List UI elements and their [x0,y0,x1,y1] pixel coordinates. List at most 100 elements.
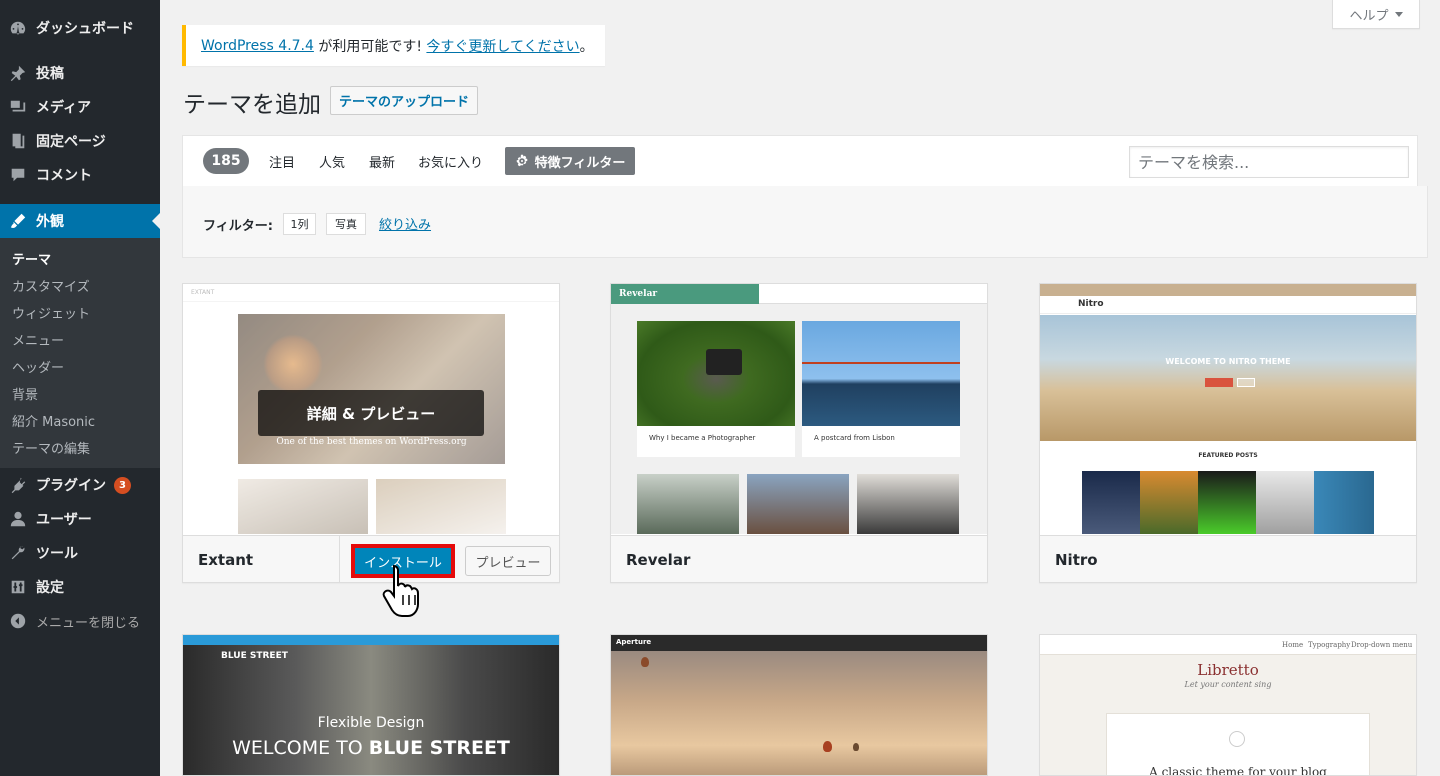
brush-icon [0,212,36,230]
theme-filter-bar: 185 注目 人気 最新 お気に入り 特徴フィルター [182,135,1418,187]
featured-posts-heading: FEATURED POSTS [1198,452,1258,459]
menu-users[interactable]: ユーザー [0,502,160,536]
apply-filters-link[interactable]: 絞り込み [379,214,431,233]
post-title-2: A postcard from Lisbon [814,434,895,442]
filter-favorites-link[interactable]: お気に入り [418,152,483,171]
shot-brand: Libretto [1197,661,1259,679]
menu-media[interactable]: メディア [0,90,160,124]
theme-name: Nitro [1055,551,1098,569]
theme-card-extant[interactable]: EXTANT One of the best themes on WordPre… [182,283,560,583]
plugins-update-badge: 3 [114,476,131,494]
collapse-menu-button[interactable]: メニューを閉じる [0,604,160,638]
shot-brand: Nitro [1078,299,1104,309]
menu-appearance-label: 外観 [36,214,64,230]
wordpress-version-link[interactable]: WordPress 4.7.4 [201,38,314,54]
wrench-icon [0,544,36,562]
menu-comments[interactable]: コメント [0,158,160,192]
hero-line-1: Flexible Design [317,715,425,731]
pages-icon [0,132,36,150]
shot-brand: BLUE STREET [221,651,288,661]
shot-brand: Aperture [616,638,652,646]
shot-brand: Revelar [619,289,658,299]
theme-screenshot: Aperture [611,635,987,775]
menu-posts-label: 投稿 [36,66,64,82]
theme-screenshot: EXTANT One of the best themes on WordPre… [183,284,559,534]
theme-name-bar: Nitro [1040,535,1416,582]
shot-nav-3: Drop-down menu [1351,641,1413,649]
page-title: テーマを追加 [183,92,321,118]
submenu-customize[interactable]: カスタマイズ [12,276,90,295]
submenu-header[interactable]: ヘッダー [12,357,64,376]
theme-name-bar: Extant インストール プレビュー [183,535,559,582]
theme-screenshot: Home Typography Drop-down menu Libretto … [1040,635,1416,775]
menu-comments-label: コメント [36,168,92,184]
theme-name: Revelar [626,551,691,569]
hero-title: WELCOME TO NITRO THEME [1165,357,1291,366]
divider [339,536,340,582]
filter-popular-link[interactable]: 人気 [319,152,345,171]
filter-tag-photography[interactable]: 写真 [326,213,366,235]
theme-card-revelar[interactable]: Revelar Why I became a Photographer A po… [610,283,988,583]
dashboard-icon [0,19,36,37]
filter-label: フィルター: [203,219,273,234]
menu-users-label: ユーザー [36,512,92,528]
theme-card-nitro[interactable]: Nitro WELCOME TO NITRO THEME FEATURED PO… [1039,283,1417,583]
shot-nav-2: Typography [1308,641,1351,649]
menu-pages-label: 固定ページ [36,134,106,150]
chevron-down-icon [1394,11,1403,17]
hand-pointer-icon [382,564,419,617]
update-notice: WordPress 4.7.4 が利用可能です! 今すぐ更新してください 。 [182,25,605,66]
update-now-link[interactable]: 今すぐ更新してください [426,36,579,56]
post-title-1: Why I became a Photographer [649,434,756,442]
hero-line-2b: BLUE STREET [368,737,510,759]
appearance-submenu: テーマ カスタマイズ ウィジェット メニュー ヘッダー 背景 紹介 Masoni… [0,238,160,468]
collapse-arrow-icon [0,612,36,630]
menu-appearance[interactable]: 外観 [0,204,160,238]
menu-plugins[interactable]: プラグイン 3 [0,468,160,502]
theme-screenshot: Nitro WELCOME TO NITRO THEME FEATURED PO… [1040,284,1416,534]
submenu-widgets[interactable]: ウィジェット [12,303,90,322]
feature-filter-button[interactable]: 特徴フィルター [505,147,635,175]
collapse-menu-label: メニューを閉じる [36,615,141,631]
help-label: ヘルプ [1349,8,1389,24]
current-menu-arrow [152,213,160,229]
menu-settings[interactable]: 設定 [0,570,160,604]
preview-button[interactable]: プレビュー [465,546,551,576]
theme-screenshot: Revelar Why I became a Photographer A po… [611,284,987,534]
admin-sidebar: ダッシュボード 投稿 メディア 固定ページ コメント 外観 テーマ カスタマイズ… [0,0,160,776]
theme-card-libretto[interactable]: Home Typography Drop-down menu Libretto … [1039,634,1417,776]
pin-icon [0,64,36,82]
help-tab-button[interactable]: ヘルプ [1332,0,1420,29]
submenu-theme-editor[interactable]: テーマの編集 [12,438,90,457]
settings-icon [0,578,36,596]
theme-card-aperture[interactable]: Aperture [610,634,988,776]
submenu-masonic[interactable]: 紹介 Masonic [12,411,95,430]
notice-text: が利用可能です! [313,38,427,55]
menu-tools-label: ツール [36,546,78,562]
menu-media-label: メディア [36,100,92,116]
gear-icon [516,154,527,167]
menu-pages[interactable]: 固定ページ [0,124,160,158]
filter-latest-link[interactable]: 最新 [369,152,395,171]
theme-name: Extant [198,551,254,569]
details-preview-button[interactable]: 詳細 & プレビュー [258,390,484,436]
menu-tools[interactable]: ツール [0,536,160,570]
notice-end: 。 [579,38,594,55]
submenu-background[interactable]: 背景 [12,384,38,403]
hero-line-2a: WELCOME TO [232,737,369,759]
submenu-themes[interactable]: テーマ [12,249,51,268]
filter-drawer: フィルター: 1列 写真 絞り込み [182,186,1428,258]
menu-dashboard[interactable]: ダッシュボード [0,11,160,45]
menu-dashboard-label: ダッシュボード [36,21,134,37]
submenu-menus[interactable]: メニュー [12,330,64,349]
menu-posts[interactable]: 投稿 [0,56,160,90]
theme-card-blue-street[interactable]: BLUE STREET Flexible Design WELCOME TO B… [182,634,560,776]
menu-plugins-label: プラグイン [36,478,106,494]
filter-tag-one-column[interactable]: 1列 [283,213,316,235]
filter-featured-link[interactable]: 注目 [269,152,295,171]
theme-search-input[interactable] [1129,146,1409,178]
upload-theme-button[interactable]: テーマのアップロード [330,86,478,115]
media-icon [0,98,36,116]
theme-screenshot: BLUE STREET Flexible Design WELCOME TO B… [183,635,559,775]
plugin-icon [0,476,36,494]
